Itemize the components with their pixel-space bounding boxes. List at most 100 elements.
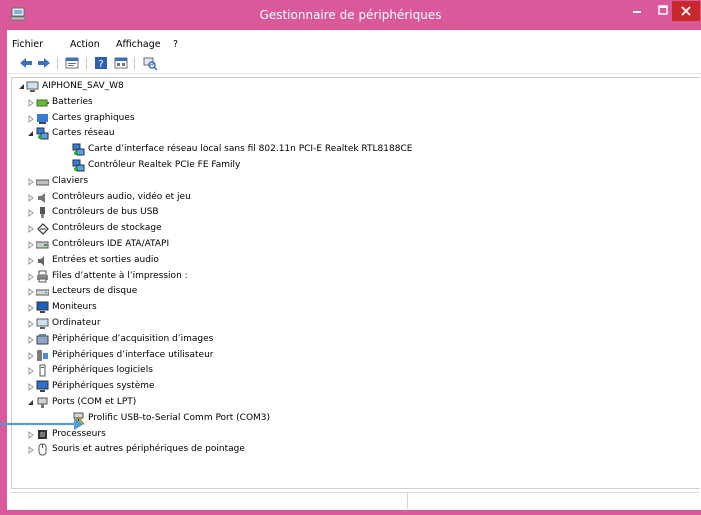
network-adapter-icon bbox=[72, 143, 85, 156]
expand-arrow-down-icon[interactable] bbox=[27, 130, 35, 138]
device-tree[interactable]: AIPHONE_SAV_W8 Batteries Cartes graphiques… bbox=[11, 77, 700, 489]
help-icon[interactable]: ? bbox=[93, 55, 109, 71]
tree-node[interactable]: Périphériques d’interface utilisateur bbox=[12, 349, 692, 365]
tree-node[interactable]: Files d’attente à l’impression : bbox=[12, 270, 692, 286]
properties-icon[interactable] bbox=[64, 55, 80, 71]
expand-arrow-right-icon[interactable] bbox=[27, 320, 35, 328]
network-adapter-icon bbox=[72, 159, 85, 172]
speaker-icon bbox=[38, 192, 45, 203]
tree-node[interactable]: Cartes graphiques bbox=[12, 112, 692, 128]
keyboard-icon bbox=[36, 179, 49, 186]
tree-node[interactable]: Prolific USB-to-Serial Comm Port (COM3) bbox=[12, 412, 692, 428]
expand-arrow-right-icon[interactable] bbox=[27, 193, 35, 202]
tree-node-label: Ordinateur bbox=[52, 318, 101, 328]
tree-node[interactable]: Processeurs bbox=[12, 428, 692, 444]
toolbar-separator bbox=[86, 57, 87, 70]
view-icon[interactable] bbox=[113, 55, 129, 71]
tree-node[interactable]: Souris et autres périphériques de pointa… bbox=[12, 443, 692, 459]
tree-node[interactable]: Périphériques système bbox=[12, 380, 692, 396]
minimize-button[interactable] bbox=[624, 1, 650, 21]
tree-node[interactable]: Cartes réseau bbox=[12, 127, 692, 143]
battery-icon bbox=[36, 99, 49, 107]
tree-node[interactable]: Entrées et sorties audio bbox=[12, 254, 692, 270]
tree-node-label: Cartes graphiques bbox=[52, 112, 135, 123]
expand-arrow-right-icon[interactable] bbox=[27, 114, 35, 123]
expand-arrow-right-icon[interactable] bbox=[27, 241, 35, 249]
tree-node-label: AIPHONE_SAV_W8 bbox=[42, 81, 124, 91]
expand-arrow-right-icon[interactable] bbox=[27, 288, 35, 297]
tree-node[interactable]: Carte d’interface réseau local sans fil … bbox=[12, 143, 692, 159]
tree-node[interactable]: Périphériques logiciels bbox=[12, 364, 692, 380]
system-device-icon bbox=[36, 380, 49, 393]
expand-arrow-right-icon[interactable] bbox=[27, 335, 35, 344]
tree-node-label: Contrôleurs de bus USB bbox=[52, 207, 159, 218]
tree-node[interactable]: Ordinateur bbox=[12, 317, 692, 333]
expand-arrow-right-icon[interactable] bbox=[27, 256, 35, 265]
tree-node[interactable]: AIPHONE_SAV_W8 bbox=[12, 80, 692, 96]
forward-icon[interactable] bbox=[36, 55, 52, 71]
tree-node[interactable]: Contrôleur Realtek PCIe FE Family bbox=[12, 159, 692, 175]
expand-arrow-right-icon[interactable] bbox=[27, 367, 35, 376]
scan-icon[interactable] bbox=[142, 55, 158, 71]
status-bar-separator bbox=[407, 493, 408, 509]
tree-node[interactable]: Moniteurs bbox=[12, 301, 692, 317]
expand-arrow-right-icon[interactable] bbox=[27, 430, 35, 439]
tree-node[interactable]: Contrôleurs de stockage bbox=[12, 222, 692, 238]
expand-arrow-right-icon[interactable] bbox=[27, 225, 35, 234]
tree-node[interactable]: Batteries bbox=[12, 96, 692, 112]
tree-node[interactable]: Contrôleurs audio, vidéo et jeu bbox=[12, 191, 692, 207]
menu-affichage[interactable]: Affichage bbox=[116, 39, 161, 50]
network-adapter-icon bbox=[36, 127, 49, 140]
tree-node-label: Contrôleurs audio, vidéo et jeu bbox=[52, 191, 191, 202]
expand-arrow-right-icon[interactable] bbox=[27, 351, 35, 360]
menu-help[interactable]: ? bbox=[173, 39, 178, 50]
tree-node[interactable]: Contrôleurs de bus USB bbox=[12, 206, 692, 222]
expand-arrow-right-icon[interactable] bbox=[27, 209, 35, 218]
close-button[interactable] bbox=[672, 1, 700, 21]
tree-node-label: Files d’attente à l’impression : bbox=[52, 270, 188, 281]
tree-node-label: Moniteurs bbox=[52, 302, 97, 313]
tree-node-label: Périphériques système bbox=[52, 381, 155, 392]
expand-arrow-down-icon[interactable] bbox=[18, 83, 26, 91]
menu-action[interactable]: Action bbox=[70, 39, 100, 50]
tree-node-label: Contrôleur Realtek PCIe FE Family bbox=[88, 160, 241, 170]
hid-icon bbox=[37, 349, 48, 361]
expand-arrow-down-icon[interactable] bbox=[27, 399, 35, 407]
tree-node[interactable]: Lecteurs de disque bbox=[12, 285, 692, 301]
storage-icon bbox=[37, 223, 49, 236]
status-bar bbox=[11, 492, 699, 509]
expand-arrow-right-icon[interactable] bbox=[27, 304, 35, 313]
back-icon[interactable] bbox=[18, 55, 34, 71]
tree-node[interactable]: Contrôleurs IDE ATA/ATAPI bbox=[12, 238, 692, 254]
menu-bar: Fichier Action Affichage ? bbox=[7, 30, 701, 50]
toolbar: ? bbox=[7, 53, 701, 74]
expand-arrow-right-icon[interactable] bbox=[27, 383, 35, 392]
svg-text:?: ? bbox=[98, 59, 103, 70]
device-manager-window: Gestionnaire de périphériques Fichier Ac… bbox=[0, 0, 701, 515]
tree-node-label: Souris et autres périphériques de pointa… bbox=[52, 444, 245, 455]
tree-node[interactable]: Claviers bbox=[12, 175, 692, 191]
tree-node-label: Périphériques logiciels bbox=[52, 365, 153, 376]
audio-io-icon bbox=[38, 255, 44, 266]
tree-node-label: Périphériques d’interface utilisateur bbox=[52, 349, 214, 360]
display-adapter-icon bbox=[37, 113, 48, 124]
tree-node[interactable]: Ports (COM et LPT) bbox=[12, 396, 692, 412]
tree-node[interactable]: Périphérique d’acquisition d’images bbox=[12, 333, 692, 349]
tree-node-label: Contrôleurs de stockage bbox=[52, 223, 162, 234]
menu-fichier[interactable]: Fichier bbox=[12, 39, 43, 50]
tree-node-label: Cartes réseau bbox=[52, 128, 115, 139]
tree-node-label: Claviers bbox=[52, 175, 89, 186]
expand-arrow-right-icon[interactable] bbox=[27, 446, 35, 455]
expand-arrow-right-icon[interactable] bbox=[27, 98, 35, 107]
window-bottom-border bbox=[0, 510, 701, 515]
toolbar-separator bbox=[134, 57, 135, 70]
printer-icon bbox=[37, 270, 48, 283]
expand-arrow-right-icon[interactable] bbox=[27, 177, 35, 186]
tree-node-label: Carte d’interface réseau local sans fil … bbox=[88, 144, 413, 155]
tree-node-label: Batteries bbox=[52, 96, 93, 107]
title-bar[interactable]: Gestionnaire de périphériques bbox=[0, 0, 701, 30]
client-area: Fichier Action Affichage ? ? AIPHONE_SAV… bbox=[7, 30, 701, 510]
expand-arrow-right-icon[interactable] bbox=[27, 272, 35, 281]
processor-icon bbox=[38, 429, 47, 439]
mouse-icon bbox=[38, 443, 47, 456]
